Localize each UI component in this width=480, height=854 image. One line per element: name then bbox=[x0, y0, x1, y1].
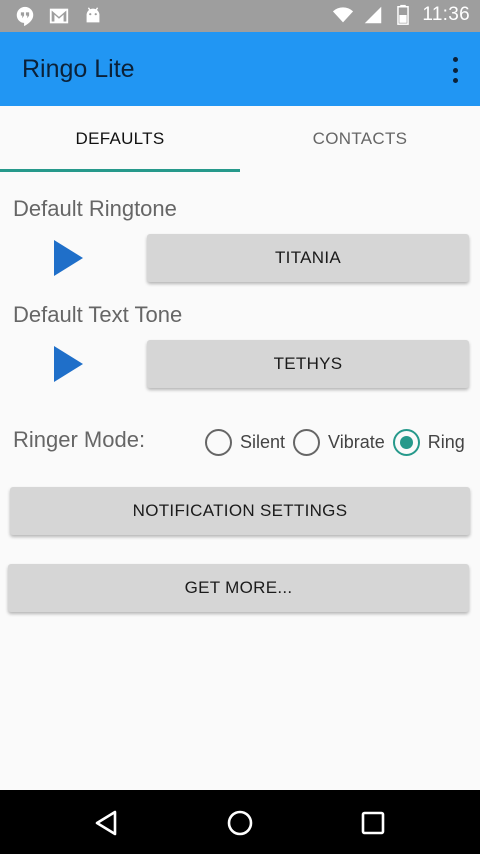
default-ringtone-label: Default Ringtone bbox=[13, 196, 177, 221]
overflow-dot bbox=[452, 57, 458, 62]
back-icon bbox=[95, 810, 117, 836]
status-bar: 11:36 bbox=[0, 0, 480, 32]
tab-contacts[interactable]: CONTACTS bbox=[240, 106, 480, 172]
radio-label: Ring bbox=[427, 432, 465, 452]
radio-label: Vibrate bbox=[328, 432, 385, 452]
radio-unchecked-icon bbox=[293, 429, 321, 456]
app-bar: Ringo Lite bbox=[0, 32, 480, 106]
ringtone-select-button[interactable]: TITANIA bbox=[147, 234, 469, 282]
radio-ring[interactable]: Ring bbox=[392, 429, 465, 456]
app-title: Ringo Lite bbox=[22, 55, 135, 83]
battery-icon bbox=[397, 4, 410, 25]
home-icon bbox=[227, 810, 253, 836]
ringer-mode-label: Ringer Mode: bbox=[13, 427, 146, 452]
play-text-tone-button[interactable] bbox=[52, 345, 84, 383]
play-icon bbox=[54, 240, 83, 276]
status-time: 11:36 bbox=[422, 4, 470, 25]
signal-icon bbox=[365, 6, 382, 24]
radio-silent[interactable]: Silent bbox=[205, 429, 285, 456]
navigation-bar bbox=[0, 790, 480, 854]
radio-checked-icon bbox=[392, 429, 420, 456]
tab-defaults[interactable]: DEFAULTS bbox=[0, 106, 240, 172]
wifi-icon bbox=[333, 7, 354, 23]
nav-recents-button[interactable] bbox=[358, 808, 388, 838]
get-more-button[interactable]: GET MORE... bbox=[8, 564, 469, 612]
ringer-mode-radio-group: Silent Vibrate Ring bbox=[205, 429, 465, 456]
overflow-dot bbox=[452, 67, 458, 73]
gmail-icon bbox=[49, 8, 69, 24]
hangouts-icon bbox=[16, 6, 34, 27]
status-bar-system: 11:36 bbox=[332, 4, 470, 26]
notification-settings-button[interactable]: NOTIFICATION SETTINGS bbox=[10, 487, 470, 535]
overflow-menu-icon[interactable] bbox=[450, 57, 460, 83]
play-icon bbox=[54, 346, 83, 382]
nav-home-button[interactable] bbox=[225, 808, 255, 838]
overflow-dot bbox=[452, 78, 458, 83]
play-ringtone-button[interactable] bbox=[52, 239, 84, 277]
status-bar-notifications bbox=[14, 5, 104, 27]
default-text-tone-label: Default Text Tone bbox=[13, 302, 183, 327]
android-icon bbox=[86, 7, 100, 23]
tab-bar: DEFAULTS CONTACTS bbox=[0, 106, 480, 172]
recents-icon bbox=[361, 811, 385, 835]
radio-vibrate[interactable]: Vibrate bbox=[293, 429, 385, 456]
radio-unchecked-icon bbox=[205, 429, 232, 456]
nav-back-button[interactable] bbox=[92, 808, 122, 838]
text-tone-select-button[interactable]: TETHYS bbox=[147, 340, 469, 388]
radio-label: Silent bbox=[240, 432, 286, 452]
